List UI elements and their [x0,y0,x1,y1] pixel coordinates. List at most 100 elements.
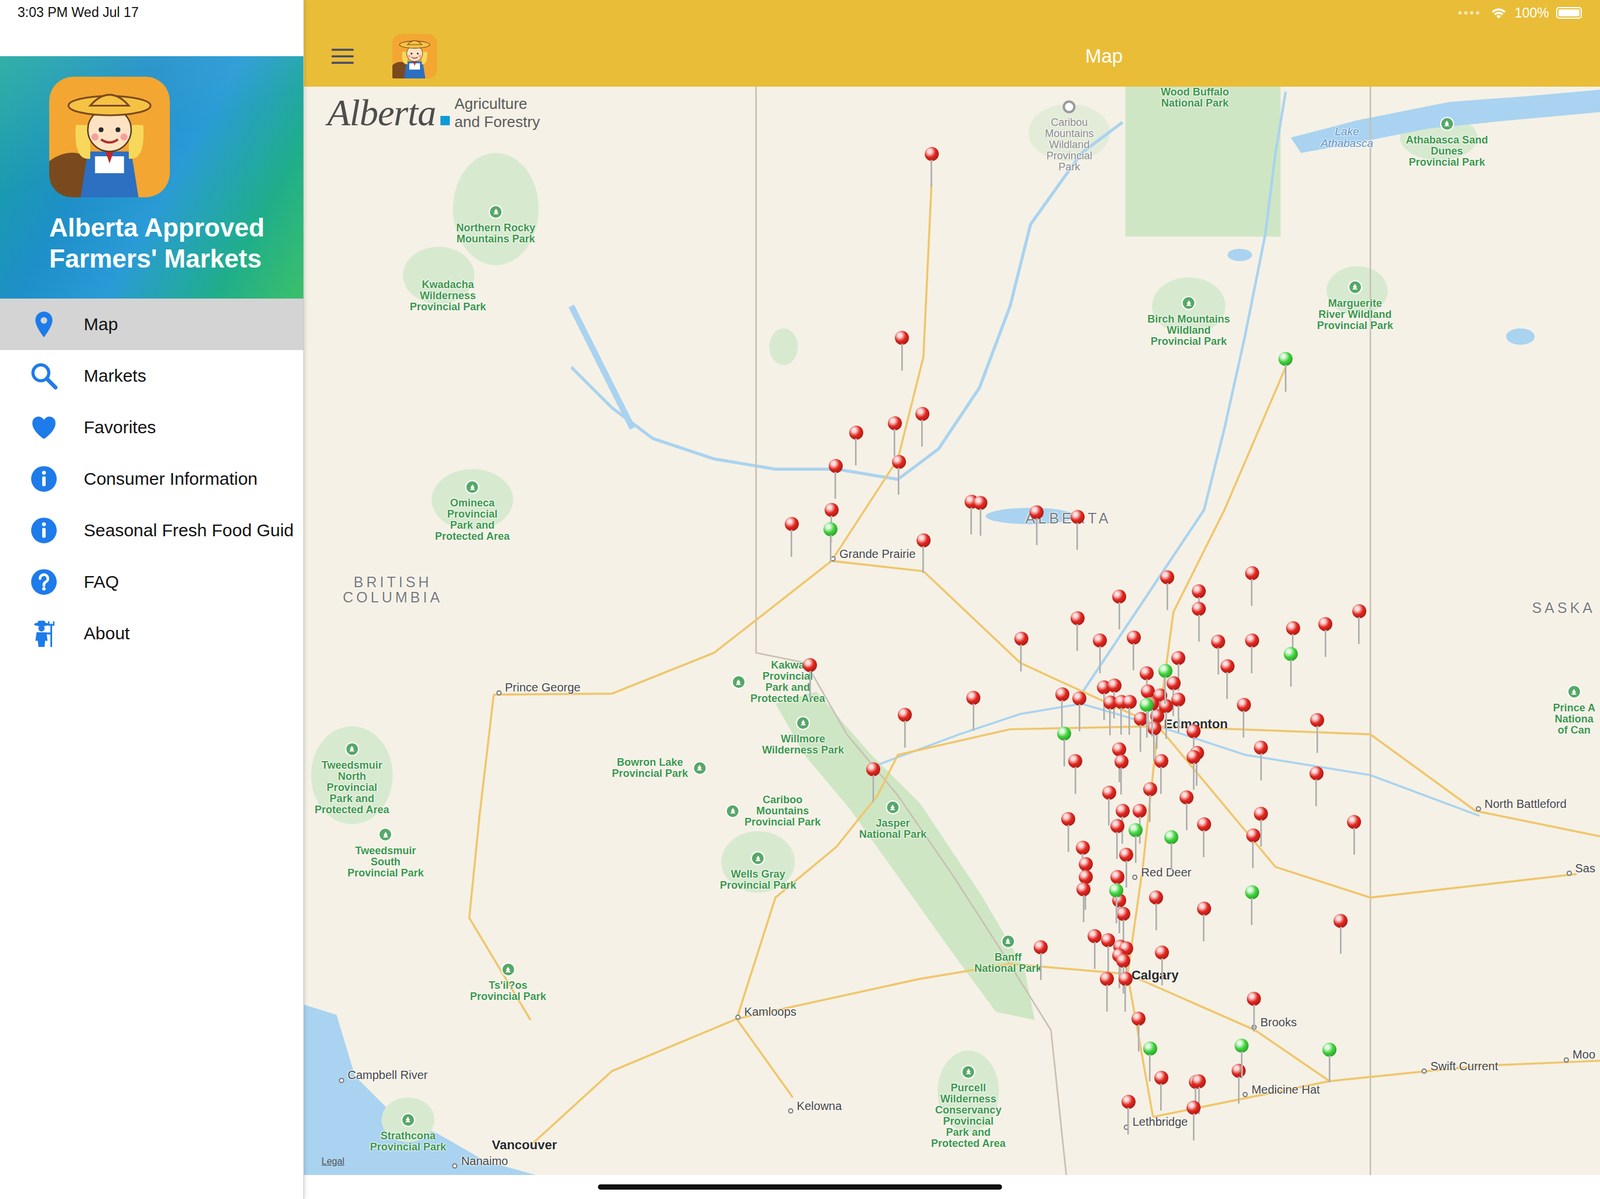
market-pin[interactable] [1171,692,1186,733]
sidebar-item[interactable]: Seasonal Fresh Food Guid [0,504,304,557]
market-pin[interactable] [1143,782,1158,823]
market-pin[interactable] [1139,698,1154,738]
pin-head-icon [1131,1012,1146,1027]
pin-head-icon [1119,848,1134,863]
sidebar-item[interactable]: Favorites [0,401,304,454]
market-pin[interactable] [1158,664,1173,704]
map-label-text: Athabasca Sand Dunes Provincial Park [1406,134,1489,168]
market-pin[interactable] [1197,901,1212,942]
sidebar-item[interactable]: Consumer Information [0,453,304,505]
market-pin[interactable] [966,691,981,731]
market-pin[interactable] [866,762,881,803]
park-icon [795,716,810,731]
map-label: Nanaimo [460,1154,508,1168]
market-pin[interactable] [924,146,939,187]
market-pin[interactable] [1322,1043,1337,1083]
market-pin[interactable] [1283,647,1298,687]
market-pin[interactable] [894,330,909,371]
map-label: Lethbridge [1132,1115,1189,1129]
market-pin[interactable] [1245,885,1260,926]
market-pin[interactable] [1143,1041,1158,1082]
pin-needle [1116,832,1119,860]
market-pin[interactable] [916,533,931,574]
market-pin[interactable] [1128,823,1143,864]
market-pin[interactable] [1246,992,1261,1032]
sidebar-item[interactable]: Map [0,298,304,351]
market-pin[interactable] [1278,351,1293,392]
map-label: Northern Rocky Mountains Park [456,222,536,245]
market-pin[interactable] [1186,750,1201,791]
market-pin[interactable] [1186,1101,1201,1141]
market-pin[interactable] [1179,790,1194,831]
map-label: Vancouver [491,1138,557,1153]
market-pin[interactable] [897,708,912,748]
market-pin[interactable] [1029,505,1044,546]
market-pin[interactable] [1346,815,1362,856]
market-pin[interactable] [1126,630,1141,671]
market-pin[interactable] [1076,882,1091,923]
market-pin[interactable] [1118,972,1133,1013]
market-pin[interactable] [1310,713,1325,754]
market-pin[interactable] [1112,589,1127,630]
market-pin[interactable] [887,416,902,457]
market-pin[interactable] [973,496,988,536]
market-pin[interactable] [1070,510,1085,550]
market-pin[interactable] [784,517,799,557]
market-pin[interactable] [1236,698,1251,738]
market-pin[interactable] [915,407,930,447]
market-pin[interactable] [828,459,843,499]
market-pin[interactable] [823,522,838,563]
home-indicator[interactable] [597,1184,1003,1191]
market-pin[interactable] [1087,929,1102,970]
sidebar-item[interactable]: FAQ [0,556,304,608]
market-pin[interactable] [1072,691,1087,732]
market-pin[interactable] [1234,1038,1249,1079]
market-pin[interactable] [1197,817,1212,858]
market-pin[interactable] [1055,687,1070,728]
pin-needle [1202,914,1205,942]
market-pin[interactable] [1099,972,1114,1013]
market-pin[interactable] [891,455,907,495]
pin-needle [1242,710,1245,738]
market-pin[interactable] [1061,812,1076,853]
market-pin[interactable] [1114,754,1129,795]
market-pin[interactable] [1121,1095,1136,1135]
market-pin[interactable] [1245,633,1260,674]
map[interactable]: AlbertaAgriculture and ForestryWood Buff… [303,86,1600,1176]
sidebar-item[interactable]: About [0,607,304,660]
market-pin[interactable] [1092,633,1107,674]
market-pin[interactable] [1309,766,1324,807]
market-pin[interactable] [1154,945,1169,986]
market-pin[interactable] [802,658,817,699]
market-pin[interactable] [1231,1064,1246,1104]
sidebar-item-label: Favorites [83,417,156,438]
sidebar-item[interactable]: Markets [0,350,304,402]
market-pin[interactable] [1245,566,1260,607]
market-pin[interactable] [1352,604,1367,645]
map-label: Willmore Wilderness Park [761,733,844,757]
market-pin[interactable] [1318,617,1333,658]
market-pin[interactable] [849,425,864,466]
market-pin[interactable] [1149,890,1164,931]
market-pin[interactable] [1109,883,1124,924]
hamburger-menu-icon[interactable] [331,47,354,66]
market-pin[interactable] [1333,914,1348,955]
market-pin[interactable] [1014,631,1029,672]
market-pin[interactable] [1068,754,1083,795]
pin-head-icon [1246,828,1261,843]
market-pin[interactable] [1164,830,1179,871]
market-pin[interactable] [1057,726,1072,767]
market-pin[interactable] [1246,828,1261,869]
market-pin[interactable] [1191,602,1206,642]
market-pin[interactable] [1070,611,1085,652]
pin-needle [1240,1051,1243,1079]
market-pin[interactable] [1253,740,1268,781]
market-pin[interactable] [1160,570,1175,611]
market-pin[interactable] [1154,1071,1169,1111]
legal-link[interactable]: Legal [321,1156,345,1168]
map-label: Birch Mountains Wildland Provincial Park [1147,313,1230,348]
pin-needle [921,419,923,447]
market-pin[interactable] [1033,940,1048,981]
market-pin[interactable] [1220,659,1235,700]
pin-head-icon [1143,782,1158,797]
